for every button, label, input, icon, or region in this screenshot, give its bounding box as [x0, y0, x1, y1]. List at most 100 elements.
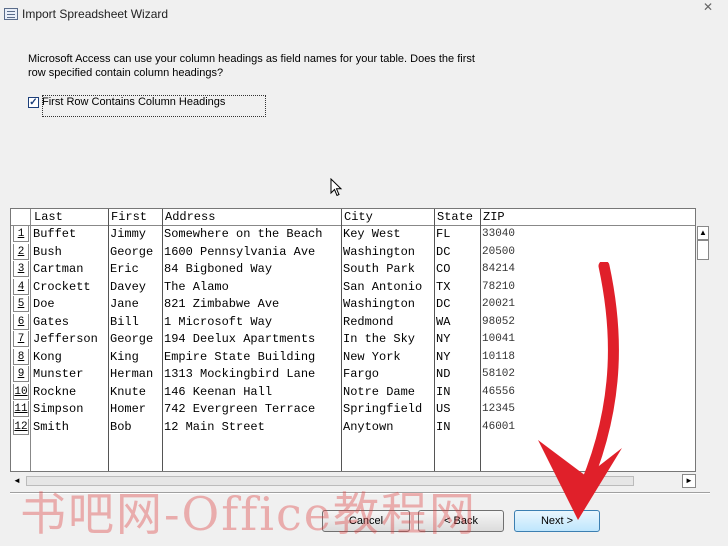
horizontal-scroll-thumb[interactable] — [26, 476, 634, 486]
table-cell: Bush — [33, 244, 62, 259]
window-title: Import Spreadsheet Wizard — [22, 7, 169, 21]
first-row-headings-label[interactable]: First Row Contains Column Headings — [42, 96, 225, 108]
table-row: 3 Cartman Eric 84 Bigboned Way South Park CO 8… — [11, 261, 695, 279]
table-cell: DC — [436, 244, 451, 259]
table-cell: ND — [436, 367, 451, 381]
column-divider — [108, 209, 109, 471]
table-cell: 742 Evergreen Terrace — [164, 402, 316, 416]
table-cell: Washington — [343, 244, 416, 259]
table-cell: 1313 Mockingbird Lane — [164, 367, 316, 381]
vertical-scrollbar[interactable]: ▲ — [696, 226, 710, 466]
table-cell: NY — [436, 349, 451, 364]
row-number: 8 — [13, 348, 29, 365]
table-cell: TX — [436, 279, 451, 294]
table-row: 11 Simpson Homer 742 Evergreen Terrace Sprin… — [11, 401, 695, 419]
table-cell: 98052 — [482, 315, 516, 328]
table-cell: Gates — [33, 314, 70, 329]
table-cell: 194 Deelux Apartments — [164, 332, 316, 346]
column-header[interactable]: Last — [31, 210, 108, 225]
table-row: 6 Gates Bill 1 Microsoft Way Redmond WA 98052 — [11, 313, 695, 332]
table-cell: Jane — [110, 297, 139, 311]
table-row: 12 Smith Bob 12 Main Street Anytown IN 46001 — [11, 418, 695, 437]
table-cell: Somewhere on the Beach — [164, 227, 323, 241]
table-cell: 1 Microsoft Way — [164, 314, 273, 329]
spreadsheet-icon — [4, 8, 18, 20]
row-number: 5 — [13, 296, 29, 312]
table-cell: George — [110, 332, 154, 346]
row-number: 12 — [13, 418, 29, 435]
table-cell: The Alamo — [164, 279, 229, 294]
scroll-up-icon[interactable]: ▲ — [697, 226, 709, 240]
table-cell: Jefferson — [33, 332, 98, 346]
table-cell: Davey — [110, 279, 147, 294]
horizontal-scrollbar[interactable]: ◄ ► — [10, 474, 696, 488]
table-row: 5 Doe Jane 821 Zimbabwe Ave Washington DC 2002… — [11, 296, 695, 314]
table-cell: 12 Main Street — [164, 419, 265, 434]
table-cell: Smith — [33, 419, 70, 434]
table-cell: US — [436, 402, 451, 416]
table-cell: Empire State Building — [164, 349, 316, 364]
table-cell: Munster — [33, 367, 84, 381]
table-cell: San Antonio — [343, 279, 423, 294]
table-cell: 58102 — [482, 368, 516, 380]
data-preview-grid[interactable]: Last First Address City State ZIP 1 Buffet Jimm… — [10, 208, 696, 472]
table-cell: 20021 — [482, 298, 516, 310]
table-cell: Bill — [110, 314, 139, 329]
column-header[interactable]: First — [108, 210, 162, 225]
table-cell: 10041 — [482, 333, 516, 345]
row-number: 9 — [13, 366, 29, 382]
vertical-scroll-thumb[interactable] — [697, 240, 709, 260]
table-cell: IN — [436, 384, 451, 399]
table-cell: IN — [436, 419, 451, 434]
table-cell: Knute — [110, 384, 147, 399]
table-cell: New York — [343, 349, 401, 364]
table-cell: 46556 — [482, 385, 516, 398]
close-button[interactable]: ✕ — [688, 0, 728, 18]
table-cell: Homer — [110, 402, 147, 416]
table-cell: 146 Keenan Hall — [164, 384, 273, 399]
column-header[interactable]: City — [341, 210, 434, 225]
table-cell: Doe — [33, 297, 55, 311]
table-cell: 1600 Pennsylvania Ave — [164, 244, 316, 259]
first-row-headings-option[interactable]: ✓ First Row Contains Column Headings — [28, 95, 266, 117]
table-cell: Buffet — [33, 227, 77, 241]
cancel-button[interactable]: Cancel — [322, 510, 410, 532]
table-cell: George — [110, 244, 154, 259]
table-cell: 84 Bigboned Way — [164, 262, 273, 276]
table-cell: Bob — [110, 419, 132, 434]
table-cell: CO — [436, 262, 451, 276]
column-divider — [434, 209, 435, 471]
scroll-left-icon[interactable]: ◄ — [10, 474, 24, 488]
back-button[interactable]: < Back — [418, 510, 504, 532]
table-cell: 821 Zimbabwe Ave — [164, 297, 280, 311]
row-number: 10 — [13, 383, 29, 400]
table-cell: FL — [436, 227, 451, 241]
column-header[interactable]: ZIP — [480, 210, 540, 225]
next-button[interactable]: Next > — [514, 510, 600, 532]
table-cell: Key West — [343, 227, 401, 241]
table-row: 2 Bush George 1600 Pennsylvania Ave Washingt… — [11, 243, 695, 262]
row-number: 3 — [13, 261, 29, 277]
column-header[interactable]: State — [434, 210, 480, 225]
table-row: 1 Buffet Jimmy Somewhere on the Beach Key We… — [11, 226, 695, 244]
table-cell: 10118 — [482, 350, 516, 363]
row-number: 2 — [13, 243, 29, 260]
table-cell: DC — [436, 297, 451, 311]
grid-header: Last First Address City State ZIP — [11, 209, 695, 226]
table-row: 10 Rockne Knute 146 Keenan Hall Notre Dame IN… — [11, 383, 695, 402]
table-cell: Rockne — [33, 384, 77, 399]
table-cell: 46001 — [482, 420, 516, 433]
table-cell: King — [110, 349, 139, 364]
column-header[interactable]: Address — [162, 210, 341, 225]
scroll-right-icon[interactable]: ► — [682, 474, 696, 488]
table-cell: NY — [436, 332, 451, 346]
column-divider — [341, 209, 342, 471]
column-divider — [162, 209, 163, 471]
table-cell: 12345 — [482, 403, 516, 415]
table-cell: In the Sky — [343, 332, 416, 346]
table-cell: Eric — [110, 262, 139, 276]
first-row-headings-checkbox[interactable]: ✓ — [28, 97, 39, 108]
table-cell: 20500 — [482, 245, 516, 258]
row-number: 1 — [13, 226, 29, 242]
table-cell: WA — [436, 314, 451, 329]
